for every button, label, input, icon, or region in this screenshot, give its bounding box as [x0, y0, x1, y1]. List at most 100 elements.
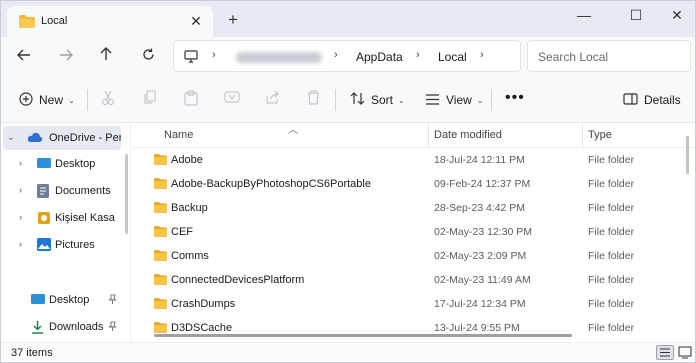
documents-folder-icon — [37, 184, 51, 198]
view-lines-icon — [425, 93, 440, 108]
pin-icon[interactable] — [108, 294, 117, 306]
column-divider[interactable] — [582, 124, 583, 148]
table-row[interactable]: Adobe-BackupByPhotoshopCS6Portable 09-Fe… — [132, 172, 684, 196]
navigation-pane: ⌄ OneDrive - Perso › Desktop › Documents… — [1, 124, 131, 342]
folder-icon — [154, 178, 167, 192]
new-tab-button[interactable]: + — [223, 10, 243, 30]
sidebar-item-documents[interactable]: › Documents — [3, 179, 121, 203]
cut-icon[interactable] — [99, 90, 117, 108]
divider — [87, 89, 88, 111]
rename-icon[interactable] — [223, 90, 241, 108]
downloads-icon — [31, 320, 45, 334]
delete-icon[interactable] — [304, 90, 322, 108]
more-options-button[interactable]: ••• — [505, 87, 525, 109]
refresh-button[interactable] — [135, 45, 161, 69]
search-placeholder: Search Local — [538, 50, 609, 64]
table-row[interactable]: Comms 02-May-23 2:09 PM File folder — [132, 244, 684, 268]
table-row[interactable]: CEF 02-May-23 12:30 PM File folder — [132, 220, 684, 244]
breadcrumb-appdata[interactable]: AppData — [356, 50, 403, 64]
blurred-username[interactable] — [236, 52, 322, 63]
column-divider[interactable] — [428, 124, 429, 148]
view-label: View — [446, 93, 472, 107]
minimize-button[interactable]: — — [561, 1, 607, 31]
chevron-right-icon[interactable]: › — [416, 49, 420, 61]
up-button[interactable] — [93, 45, 119, 69]
file-date: 02-May-23 11:49 AM — [434, 274, 531, 286]
sidebar-item-downloads[interactable]: Downloads — [3, 315, 121, 339]
table-row[interactable]: ConnectedDevicesPlatform 02-May-23 11:49… — [132, 268, 684, 292]
new-label: New — [39, 93, 64, 107]
address-bar[interactable]: › › AppData › Local › — [173, 40, 521, 72]
file-name: Comms — [171, 250, 209, 262]
sidebar-item-quick-desktop[interactable]: Desktop — [3, 288, 121, 312]
file-name: Adobe-BackupByPhotoshopCS6Portable — [171, 178, 371, 190]
tiles-view-button[interactable] — [677, 345, 695, 360]
file-date: 13-Jul-24 9:55 PM — [434, 322, 520, 334]
chevron-down-icon: ⌄ — [68, 95, 75, 105]
chevron-right-icon[interactable]: › — [19, 158, 22, 168]
chevron-right-icon[interactable]: › — [19, 212, 22, 222]
file-date: 02-May-23 12:30 PM — [434, 226, 533, 238]
file-date: 28-Sep-23 4:42 PM — [434, 202, 526, 214]
breadcrumb-local[interactable]: Local — [438, 50, 467, 64]
sidebar-item-personal-vault[interactable]: › Kişisel Kasa — [3, 206, 121, 230]
new-button[interactable]: New ⌄ — [19, 89, 75, 111]
divider — [491, 89, 492, 111]
onedrive-icon — [27, 131, 43, 144]
column-date-modified[interactable]: Date modified — [434, 129, 502, 141]
paste-icon[interactable] — [182, 90, 200, 108]
share-icon[interactable] — [263, 90, 281, 108]
file-list: ︿ Name Date modified Type Adobe 18-Jul-2… — [132, 124, 695, 342]
sort-button[interactable]: Sort ⌄ — [350, 89, 405, 111]
chevron-right-icon[interactable]: › — [334, 49, 338, 61]
close-tab-icon[interactable]: ✕ — [187, 12, 205, 30]
table-row[interactable]: Backup 28-Sep-23 4:42 PM File folder — [132, 196, 684, 220]
tiles-view-icon — [678, 346, 692, 359]
search-input[interactable]: Search Local — [527, 40, 691, 72]
pin-icon[interactable] — [108, 321, 117, 333]
file-name: Backup — [171, 202, 208, 214]
arrow-left-icon — [17, 49, 30, 61]
sidebar-item-label: OneDrive - Perso — [49, 132, 121, 144]
close-window-button[interactable]: ✕ — [659, 1, 695, 31]
tab-label: Local — [41, 15, 68, 27]
folder-icon — [154, 298, 167, 312]
chevron-down-icon[interactable]: ⌄ — [7, 132, 15, 143]
view-button[interactable]: View ⌄ — [425, 89, 484, 111]
back-button[interactable] — [11, 45, 37, 69]
chevron-right-icon[interactable]: › — [480, 49, 484, 61]
chevron-right-icon[interactable]: › — [19, 185, 22, 195]
file-type: File folder — [588, 202, 635, 214]
plus-circle-icon — [19, 91, 33, 109]
file-type: File folder — [588, 178, 635, 190]
arrow-right-icon — [60, 49, 73, 61]
vertical-scrollbar[interactable] — [686, 136, 689, 174]
table-row[interactable]: CrashDumps 17-Jul-24 12:34 PM File folde… — [132, 292, 684, 316]
sidebar-item-desktop[interactable]: › Desktop — [3, 152, 121, 176]
folder-icon — [154, 202, 167, 216]
column-type[interactable]: Type — [588, 129, 612, 141]
sidebar-item-pictures[interactable]: › Pictures — [3, 233, 121, 257]
folder-icon — [19, 15, 35, 31]
chevron-right-icon[interactable]: › — [212, 49, 216, 61]
sidebar-item-onedrive[interactable]: ⌄ OneDrive - Perso — [3, 126, 121, 150]
personal-vault-icon — [37, 211, 51, 224]
sidebar-scrollbar[interactable] — [125, 154, 128, 234]
file-date: 18-Jul-24 12:11 PM — [434, 154, 525, 166]
chevron-right-icon[interactable]: › — [19, 239, 22, 249]
details-view-button[interactable] — [656, 345, 674, 360]
file-type: File folder — [588, 274, 635, 286]
sidebar-item-label: Downloads — [49, 321, 104, 333]
column-name[interactable]: Name — [164, 129, 193, 141]
horizontal-scrollbar[interactable] — [154, 334, 572, 337]
table-row[interactable]: Adobe 18-Jul-24 12:11 PM File folder — [132, 148, 684, 172]
pictures-folder-icon — [37, 238, 51, 251]
forward-button[interactable] — [53, 45, 79, 69]
tab-local[interactable]: Local ✕ — [7, 6, 213, 37]
details-pane-button[interactable]: Details — [623, 89, 681, 111]
file-type: File folder — [588, 154, 635, 166]
command-bar: New ⌄ Sort ⌄ View ⌄ ••• Details — [1, 77, 695, 123]
copy-icon[interactable] — [141, 90, 159, 108]
sidebar-item-label: Desktop — [55, 158, 96, 170]
maximize-button[interactable]: ☐ — [613, 1, 659, 31]
